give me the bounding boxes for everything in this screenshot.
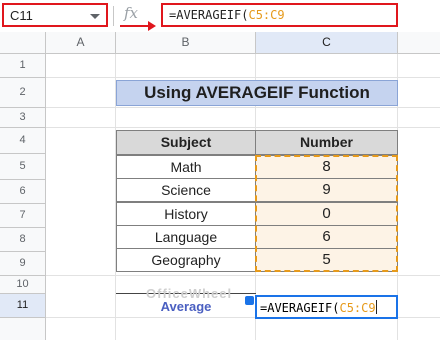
- formula-bar: C11 fx =AVERAGEIF(C5:C9: [0, 0, 440, 33]
- row-header-8[interactable]: 8: [0, 228, 46, 252]
- grid-line: [46, 127, 440, 128]
- subject-cell[interactable]: Science: [116, 178, 256, 202]
- row-header-6[interactable]: 6: [0, 180, 46, 204]
- text-cursor: [375, 300, 377, 314]
- row-header-12[interactable]: [0, 318, 46, 340]
- subject-cell[interactable]: History: [116, 202, 256, 226]
- row-header-3[interactable]: 3: [0, 108, 46, 128]
- row-header-2[interactable]: 2: [0, 78, 46, 108]
- column-header-c[interactable]: C: [256, 32, 398, 54]
- row-header-1[interactable]: 1: [0, 54, 46, 78]
- subject-cell[interactable]: Geography: [116, 248, 256, 272]
- row-header-5[interactable]: 5: [0, 154, 46, 180]
- editor-function: =AVERAGEIF(: [260, 301, 340, 315]
- number-cell[interactable]: 9: [255, 178, 398, 202]
- subject-cell[interactable]: Language: [116, 225, 256, 249]
- row-header-10[interactable]: 10: [0, 276, 46, 294]
- number-cell[interactable]: 0: [255, 202, 398, 226]
- sheet-title[interactable]: Using AVERAGEIF Function: [116, 80, 398, 106]
- row-header-4[interactable]: 4: [0, 128, 46, 154]
- row-header-9[interactable]: 9: [0, 252, 46, 276]
- formula-range: C5:C9: [248, 8, 285, 22]
- row-header-7[interactable]: 7: [0, 204, 46, 228]
- row-header-11[interactable]: 11: [0, 294, 46, 318]
- column-header-a[interactable]: A: [46, 32, 116, 54]
- name-box[interactable]: C11: [2, 3, 108, 27]
- table-header-subject[interactable]: Subject: [116, 130, 256, 155]
- column-header-b[interactable]: B: [116, 32, 256, 54]
- editor-range: C5:C9: [339, 301, 376, 315]
- table-header-number[interactable]: Number: [255, 130, 398, 155]
- average-label[interactable]: Average: [116, 297, 256, 319]
- chevron-down-icon[interactable]: [90, 14, 100, 19]
- number-cell[interactable]: 5: [255, 248, 398, 272]
- formula-input[interactable]: =AVERAGEIF(C5:C9: [161, 3, 398, 27]
- formula-function: =AVERAGEIF(: [169, 8, 249, 22]
- cell-reference: C11: [10, 8, 33, 23]
- function-help-icon[interactable]: [245, 296, 254, 305]
- arrow-icon: [120, 21, 156, 31]
- number-cell[interactable]: 8: [255, 155, 398, 179]
- grid-line: [46, 275, 440, 276]
- grid-line: [46, 107, 440, 108]
- grid-line: [46, 77, 440, 78]
- select-all-corner[interactable]: [0, 32, 46, 54]
- divider: [113, 6, 114, 26]
- column-header-d[interactable]: [398, 32, 440, 54]
- active-cell-editor[interactable]: =AVERAGEIF(C5:C9: [255, 295, 398, 319]
- subject-cell[interactable]: Math: [116, 155, 256, 179]
- number-cell[interactable]: 6: [255, 225, 398, 249]
